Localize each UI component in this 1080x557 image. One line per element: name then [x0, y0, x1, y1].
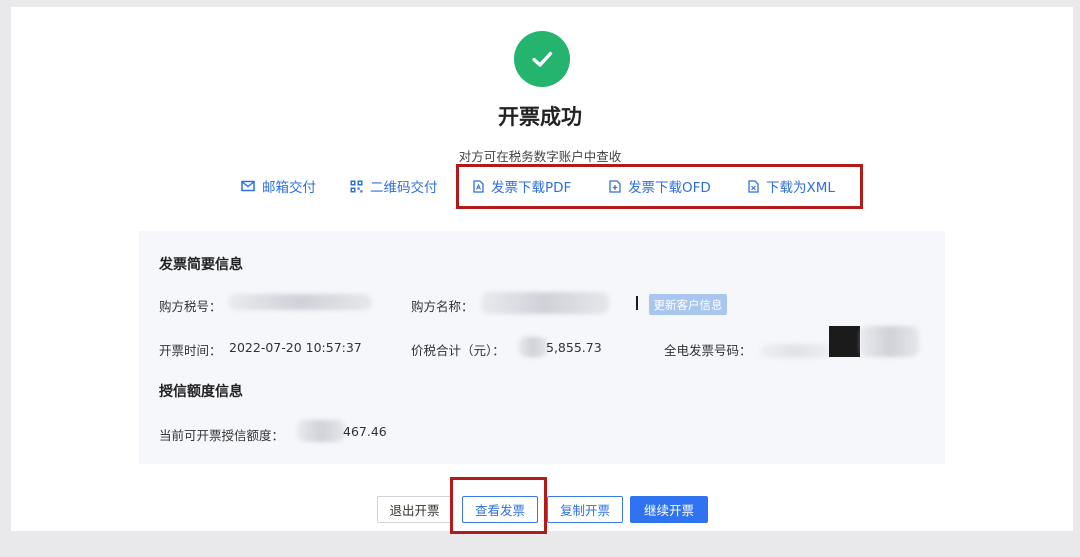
- qrcode-delivery-link[interactable]: 二维码交付: [350, 175, 438, 197]
- email-delivery-label: 邮箱交付: [262, 180, 316, 196]
- copy-invoice-button[interactable]: 复制开票: [547, 496, 623, 523]
- total-amount-value: 5,855.73: [546, 340, 602, 355]
- summary-section-title: 发票简要信息: [159, 257, 243, 273]
- name-edge-mark: [636, 296, 638, 310]
- buyer-name-label: 购方名称：: [411, 299, 474, 314]
- mail-icon: [241, 180, 255, 192]
- issue-time-value: 2022-07-20 10:57:37: [229, 340, 362, 355]
- buyer-tax-label: 购方税号：: [159, 299, 222, 314]
- issue-time-label: 开票时间：: [159, 343, 222, 358]
- redaction-dark-block: [829, 326, 860, 357]
- redacted-invoice-number: [760, 344, 830, 358]
- success-check-icon: [514, 31, 570, 87]
- continue-invoicing-button[interactable]: 继续开票: [630, 496, 708, 523]
- page-subtitle: 对方可在税务数字账户中查收: [458, 149, 622, 164]
- update-customer-button[interactable]: 更新客户信息: [649, 294, 727, 315]
- redacted-total-prefix: [518, 337, 548, 357]
- qrcode-icon: [350, 180, 363, 192]
- credit-available-value: 467.46: [343, 424, 387, 439]
- total-amount-label: 价税合计（元）：: [411, 343, 505, 358]
- credit-section-title: 授信额度信息: [159, 384, 243, 400]
- exit-invoicing-button[interactable]: 退出开票: [377, 496, 452, 523]
- credit-available-label: 当前可开票授信额度：: [159, 428, 285, 443]
- invoice-number-label: 全电发票号码：: [664, 343, 752, 358]
- redacted-buyer-name: [481, 292, 609, 314]
- redacted-credit-prefix: [297, 420, 345, 442]
- redacted-invoice-number-tail: [860, 326, 919, 357]
- email-delivery-link[interactable]: 邮箱交付: [241, 175, 316, 197]
- redacted-buyer-tax: [228, 294, 372, 310]
- page-title: 开票成功: [498, 105, 582, 129]
- qrcode-delivery-label: 二维码交付: [370, 180, 438, 196]
- download-highlight-box: [456, 164, 863, 209]
- view-invoice-highlight-box: [450, 477, 547, 534]
